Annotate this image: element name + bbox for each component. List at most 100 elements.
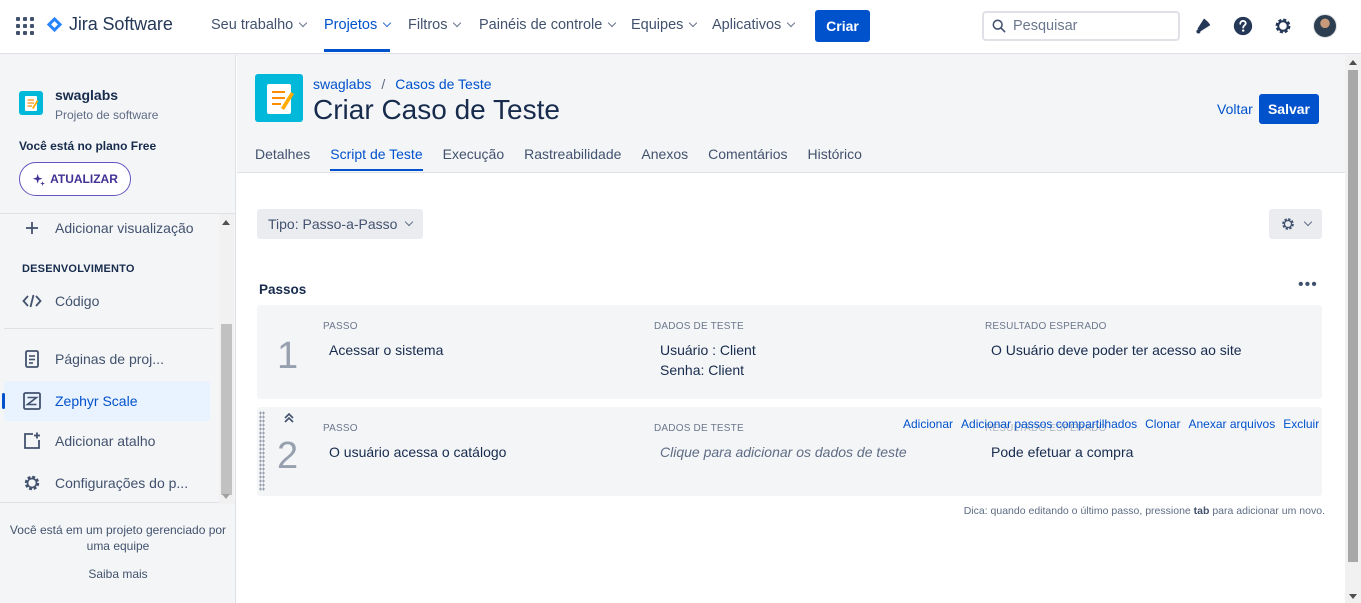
scroll-down-arrow-icon[interactable] bbox=[222, 494, 230, 499]
sidebar-scrollbar-thumb[interactable] bbox=[221, 324, 232, 495]
sidebar-item-settings[interactable]: Configurações do p... bbox=[4, 463, 210, 503]
more-options-icon[interactable]: ••• bbox=[1298, 276, 1318, 294]
nav-equipes[interactable]: Equipes bbox=[631, 17, 698, 33]
step-number: 2 bbox=[277, 435, 299, 477]
page-scrollbar-thumb[interactable] bbox=[1348, 70, 1358, 562]
attach-files-link[interactable]: Anexar arquivos bbox=[1188, 417, 1275, 431]
chevron-down-icon bbox=[787, 18, 796, 28]
tab-rastreabilidade[interactable]: Rastreabilidade bbox=[524, 146, 621, 170]
top-navigation: Jira Software Seu trabalho Projetos Filt… bbox=[0, 0, 1361, 54]
nav-filtros[interactable]: Filtros bbox=[408, 17, 462, 33]
step-expected-result[interactable]: Pode efetuar a compra bbox=[991, 442, 1133, 462]
search-icon bbox=[992, 19, 1006, 33]
page-icon bbox=[22, 349, 42, 369]
test-case-notebook-icon bbox=[255, 74, 303, 122]
scroll-up-arrow-icon[interactable] bbox=[222, 220, 230, 225]
app-switcher-icon[interactable] bbox=[16, 17, 34, 35]
sidebar-divider bbox=[4, 328, 214, 329]
chevron-down-icon bbox=[1303, 217, 1313, 227]
add-shortcut-icon bbox=[22, 431, 42, 451]
clone-step-link[interactable]: Clonar bbox=[1145, 417, 1180, 431]
script-settings-button[interactable] bbox=[1269, 209, 1322, 239]
test-step-row[interactable]: 2 PASSO O usuário acessa o catálogo DADO… bbox=[257, 407, 1322, 496]
scroll-up-arrow-icon[interactable] bbox=[1349, 60, 1357, 65]
tab-anexos[interactable]: Anexos bbox=[641, 146, 688, 170]
step-expected-result[interactable]: O Usuário deve poder ter acesso ao site bbox=[991, 340, 1242, 360]
chevron-down-icon bbox=[689, 18, 698, 28]
nav-paineis[interactable]: Painéis de controle bbox=[479, 17, 617, 33]
nav-aplicativos[interactable]: Aplicativos bbox=[712, 17, 796, 33]
sidebar-item-code[interactable]: Código bbox=[4, 281, 210, 321]
jira-logo[interactable]: Jira Software bbox=[46, 14, 173, 35]
project-sidebar: swaglabs Projeto de software Você está n… bbox=[0, 55, 236, 603]
col-label-data: DADOS DE TESTE bbox=[654, 321, 744, 332]
scroll-down-arrow-icon[interactable] bbox=[1349, 594, 1357, 599]
search-placeholder: Pesquisar bbox=[1013, 18, 1078, 34]
product-name: Jira Software bbox=[69, 14, 173, 34]
chevron-down-icon bbox=[405, 217, 414, 227]
nav-seu-trabalho[interactable]: Seu trabalho bbox=[211, 17, 308, 33]
search-input[interactable]: Pesquisar bbox=[982, 11, 1180, 41]
tab-detalhes[interactable]: Detalhes bbox=[255, 146, 310, 170]
upgrade-button[interactable]: ATUALIZAR bbox=[19, 162, 131, 196]
tab-script[interactable]: Script de Teste bbox=[330, 146, 423, 171]
managed-project-text: Você está em um projeto gerenciado por u… bbox=[9, 523, 227, 553]
chevron-down-icon bbox=[453, 18, 462, 28]
gear-icon bbox=[22, 473, 42, 493]
add-step-link[interactable]: Adicionar bbox=[903, 417, 953, 431]
gear-icon bbox=[1282, 218, 1294, 230]
steps-heading: Passos bbox=[259, 282, 307, 297]
tab-execucao[interactable]: Execução bbox=[443, 146, 504, 170]
page-title: Criar Caso de Teste bbox=[313, 94, 560, 125]
col-label-step: PASSO bbox=[323, 423, 358, 434]
project-type: Projeto de software bbox=[55, 108, 159, 122]
save-button[interactable]: Salvar bbox=[1259, 94, 1319, 124]
code-icon bbox=[22, 291, 42, 311]
sparkle-icon bbox=[32, 173, 46, 186]
sidebar-item-add-view[interactable]: Adicionar visualização bbox=[4, 208, 210, 248]
chevron-down-icon bbox=[382, 18, 392, 28]
tab-historico[interactable]: Histórico bbox=[807, 146, 861, 170]
tab-bar: Detalhes Script de Teste Execução Rastre… bbox=[255, 146, 862, 171]
settings-gear-icon[interactable] bbox=[1272, 15, 1294, 37]
sidebar-item-pages[interactable]: Páginas de proj... bbox=[4, 339, 210, 379]
section-heading-dev: DESENVOLVIMENTO bbox=[22, 263, 135, 275]
col-label-result: RESULTADO ESPERADO bbox=[985, 321, 1107, 332]
learn-more-link[interactable]: Saiba mais bbox=[0, 566, 236, 582]
sidebar-nav-scroll: Adicionar visualização DESENVOLVIMENTO C… bbox=[0, 213, 236, 504]
step-number: 1 bbox=[277, 335, 299, 377]
back-link[interactable]: Voltar bbox=[1217, 101, 1253, 117]
script-type-dropdown[interactable]: Tipo: Passo-a-Passo bbox=[257, 209, 424, 239]
step-test-data-line1[interactable]: Usuário : Client bbox=[660, 340, 756, 360]
tab-comentarios[interactable]: Comentários bbox=[708, 146, 787, 170]
notifications-icon[interactable] bbox=[1192, 15, 1214, 37]
step-test-data-placeholder[interactable]: Clique para adicionar os dados de teste bbox=[660, 442, 907, 462]
collapse-up-icon[interactable] bbox=[283, 412, 295, 427]
chevron-down-icon bbox=[608, 18, 617, 28]
step-actions: Adicionar Adicionar passos compartilhado… bbox=[903, 417, 1319, 431]
jira-diamond-icon bbox=[46, 16, 63, 33]
chevron-down-icon bbox=[298, 18, 308, 28]
project-notebook-icon bbox=[19, 91, 43, 115]
step-description[interactable]: Acessar o sistema bbox=[329, 340, 443, 360]
add-shared-steps-link[interactable]: Adicionar passos compartilhados bbox=[961, 417, 1137, 431]
help-icon[interactable] bbox=[1232, 15, 1254, 37]
project-name[interactable]: swaglabs bbox=[55, 87, 118, 103]
col-label-step: PASSO bbox=[323, 321, 358, 332]
breadcrumb-separator: / bbox=[381, 76, 386, 92]
main-content: swaglabs / Casos de Teste Criar Caso de … bbox=[237, 55, 1345, 603]
sidebar-item-add-shortcut[interactable]: Adicionar atalho bbox=[4, 421, 210, 461]
plus-icon bbox=[22, 218, 42, 238]
user-avatar[interactable] bbox=[1313, 14, 1337, 38]
test-step-row[interactable]: 1 PASSO Acessar o sistema DADOS DE TESTE… bbox=[257, 305, 1322, 399]
delete-step-link[interactable]: Excluir bbox=[1283, 417, 1319, 431]
step-description[interactable]: O usuário acessa o catálogo bbox=[329, 442, 506, 462]
sidebar-item-zephyr[interactable]: Zephyr Scale bbox=[2, 381, 210, 421]
zephyr-scale-icon bbox=[22, 391, 42, 411]
breadcrumb-test-cases[interactable]: Casos de Teste bbox=[395, 76, 491, 92]
nav-projetos[interactable]: Projetos bbox=[324, 17, 392, 52]
drag-handle-icon[interactable] bbox=[259, 411, 265, 491]
step-test-data-line2[interactable]: Senha: Client bbox=[660, 360, 744, 380]
create-button[interactable]: Criar bbox=[815, 10, 870, 42]
breadcrumb-project[interactable]: swaglabs bbox=[313, 76, 371, 92]
